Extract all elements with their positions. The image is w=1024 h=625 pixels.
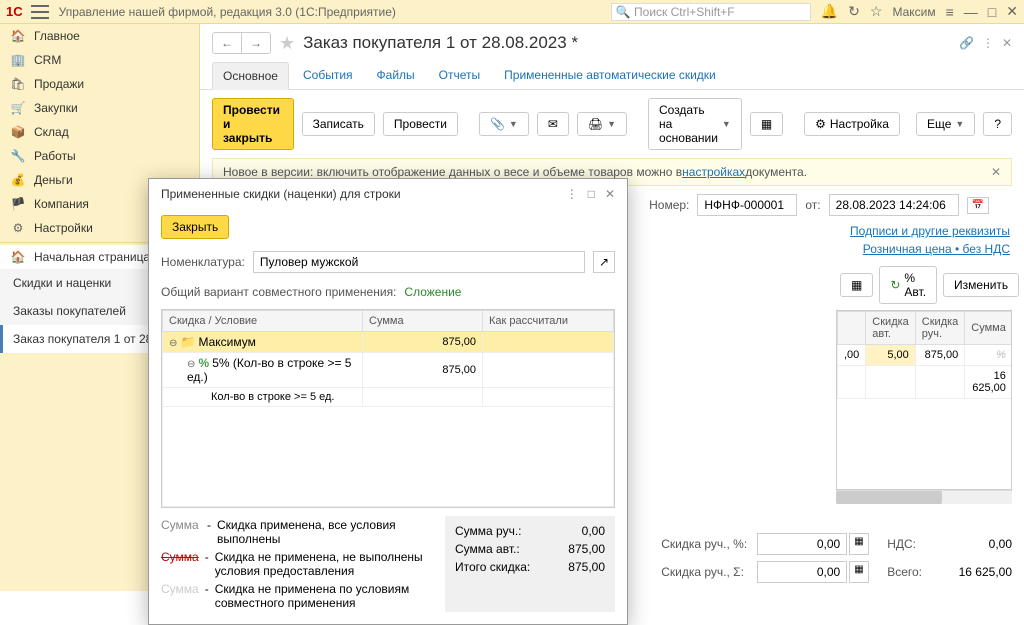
- search-icon: 🔍: [616, 5, 631, 19]
- calendar-icon[interactable]: 📅: [967, 197, 989, 214]
- back-button[interactable]: ←: [213, 33, 242, 53]
- tab-events[interactable]: События: [293, 62, 363, 89]
- edit-button[interactable]: Изменить: [943, 273, 1019, 297]
- table-row[interactable]: ,00 5,00 875,00 % сумма: [838, 345, 1013, 366]
- cart-icon: 🛒: [10, 101, 26, 115]
- minimize-icon[interactable]: —: [964, 4, 978, 20]
- number-label: Номер:: [649, 198, 689, 212]
- collapse-icon[interactable]: ⊖: [187, 359, 195, 370]
- close-doc-icon[interactable]: ✕: [1002, 36, 1012, 50]
- discounts-modal: Примененные скидки (наценки) для строки …: [148, 178, 628, 625]
- condition-row[interactable]: Кол-во в строке >= 5 ед.: [163, 388, 614, 407]
- post-and-close-button[interactable]: Провести и закрыть: [212, 98, 294, 150]
- forward-button[interactable]: →: [242, 33, 270, 53]
- dk-button[interactable]: ▦: [750, 112, 783, 136]
- doc-tabs: Основное События Файлы Отчеты Примененны…: [200, 62, 1024, 90]
- help-button[interactable]: ?: [983, 112, 1012, 136]
- settings-button[interactable]: ⚙ Настройка: [804, 112, 900, 136]
- modal-close-button[interactable]: Закрыть: [161, 215, 229, 239]
- flag-icon: 🏴: [10, 197, 26, 211]
- history-icon[interactable]: ↻: [848, 3, 860, 20]
- combine-value: Сложение: [404, 285, 461, 299]
- date-input[interactable]: 28.08.2023 14:24:06: [829, 194, 959, 216]
- bag-icon: 🛍: [10, 77, 26, 91]
- modal-close-icon[interactable]: ✕: [605, 187, 615, 201]
- maximize-icon[interactable]: □: [988, 4, 996, 20]
- modal-title: Примененные скидки (наценки) для строки: [161, 187, 401, 201]
- nav-purchases[interactable]: 🛒Закупки: [0, 96, 199, 120]
- menu-icon[interactable]: ≡: [946, 4, 954, 20]
- titlebar: 1С Управление нашей фирмой, редакция 3.0…: [0, 0, 1024, 24]
- retail-price-link[interactable]: Розничная цена • без НДС: [863, 242, 1010, 256]
- create-based-button[interactable]: Создать на основании ▼: [648, 98, 742, 150]
- nav-warehouse[interactable]: 📦Склад: [0, 120, 199, 144]
- col-disc-man[interactable]: Скидка руч.: [915, 312, 965, 345]
- collapse-icon[interactable]: ⊖: [169, 338, 177, 349]
- calc-icon[interactable]: ▦: [849, 533, 868, 555]
- calc-icon[interactable]: ▦: [849, 561, 868, 583]
- bell-icon[interactable]: 🔔: [821, 3, 838, 20]
- items-table: Скидка авт. Скидка руч. Сумма Спецификац…: [837, 311, 1012, 399]
- money-icon: 💰: [10, 173, 26, 187]
- info-close-icon[interactable]: ✕: [991, 165, 1001, 179]
- legend: Сумма- Скидка применена, все условия вып…: [161, 508, 615, 612]
- folder-icon: 📁: [180, 335, 195, 349]
- wrench-icon: 🔧: [10, 149, 26, 163]
- print-button[interactable]: 🖨 ▼: [577, 112, 627, 136]
- box-icon: 📦: [10, 125, 26, 139]
- home-icon: 🏠: [10, 250, 26, 264]
- signatures-link[interactable]: Подписи и другие реквизиты: [850, 224, 1010, 238]
- nav-works[interactable]: 🔧Работы: [0, 144, 199, 168]
- modal-menu-icon[interactable]: ⋮: [566, 187, 578, 201]
- user-name[interactable]: Максим: [892, 5, 935, 19]
- discount-group-row[interactable]: ⊖ 📁 Максимум 875,00: [163, 332, 614, 353]
- nav-crm[interactable]: 🏢CRM: [0, 48, 199, 72]
- disc-pct-input[interactable]: 0,00: [757, 533, 847, 555]
- discounts-table: Скидка / Условие Сумма Как рассчитали ⊖ …: [162, 310, 614, 507]
- gear-icon: ⚙: [10, 221, 26, 235]
- tab-files[interactable]: Файлы: [367, 62, 425, 89]
- col-disc-auto[interactable]: Скидка авт.: [866, 312, 916, 345]
- summary-panel: Сумма руч.:0,00 Сумма авт.:875,00 Итого …: [445, 516, 615, 612]
- disc-sum-input[interactable]: 0,00: [757, 561, 847, 583]
- attach-button[interactable]: 📎 ▼: [479, 112, 529, 136]
- barcode-button[interactable]: ▦: [840, 273, 873, 297]
- post-button[interactable]: Провести: [383, 112, 458, 136]
- nav-back-forward: ← →: [212, 32, 271, 54]
- number-input[interactable]: НФНФ-000001: [697, 194, 797, 216]
- global-search[interactable]: 🔍 Поиск Ctrl+Shift+F: [611, 3, 811, 21]
- building-icon: 🏢: [10, 53, 26, 67]
- info-settings-link[interactable]: настройках: [682, 165, 745, 179]
- favorite-star[interactable]: ★: [279, 33, 295, 54]
- tab-applied-discounts[interactable]: Примененные автоматические скидки: [494, 62, 726, 89]
- totals-panel: Скидка руч., %: 0,00▦ НДС: 0,00 Скидка р…: [661, 533, 1012, 583]
- logo-1c: 1С: [6, 4, 23, 19]
- more-button[interactable]: Еще ▼: [916, 112, 975, 136]
- nav-main[interactable]: 🏠Главное: [0, 24, 199, 48]
- from-label: от:: [805, 198, 820, 212]
- document-title: Заказ покупателя 1 от 28.08.2023 *: [303, 33, 578, 53]
- tab-main[interactable]: Основное: [212, 62, 289, 90]
- open-ref-icon[interactable]: ↗: [593, 251, 615, 273]
- discount-row[interactable]: ⊖ % 5% (Кол-во в строке >= 5 ед.) 875,00: [163, 353, 614, 388]
- nomenclature-input[interactable]: Пуловер мужской: [253, 251, 585, 273]
- hamburger-icon[interactable]: [31, 5, 49, 19]
- app-title: Управление нашей фирмой, редакция 3.0 (1…: [59, 5, 611, 19]
- nav-sales[interactable]: 🛍Продажи: [0, 72, 199, 96]
- horizontal-scrollbar[interactable]: [836, 490, 1012, 504]
- modal-maximize-icon[interactable]: □: [588, 187, 595, 201]
- col-sum[interactable]: Сумма: [965, 312, 1012, 345]
- options-icon[interactable]: ⋮: [982, 36, 994, 50]
- home-icon: 🏠: [10, 29, 26, 43]
- percent-icon: %: [198, 356, 209, 370]
- tab-reports[interactable]: Отчеты: [429, 62, 490, 89]
- auto-discount-button[interactable]: ↻ % Авт.: [879, 266, 937, 304]
- link-icon[interactable]: 🔗: [959, 36, 974, 50]
- close-icon[interactable]: ✕: [1006, 3, 1018, 20]
- star-icon[interactable]: ☆: [870, 3, 883, 20]
- email-button[interactable]: ✉: [537, 112, 569, 136]
- write-button[interactable]: Записать: [302, 112, 375, 136]
